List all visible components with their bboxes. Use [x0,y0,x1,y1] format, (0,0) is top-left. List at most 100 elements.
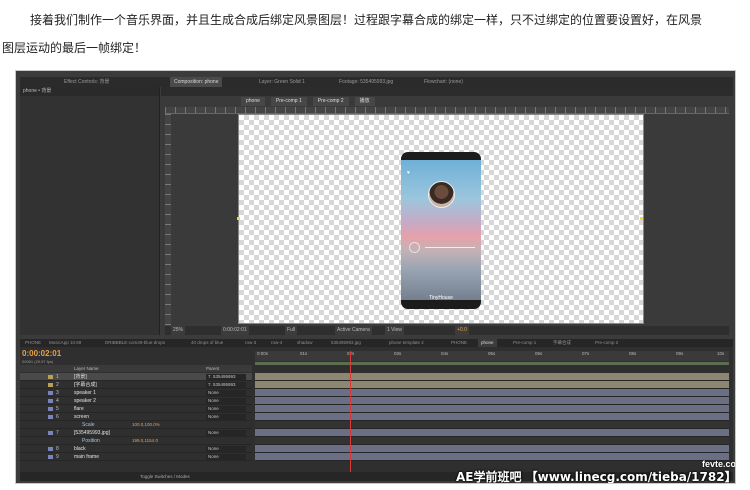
property-name: Scale [82,422,95,428]
layer-name[interactable]: speaker 2 [74,397,96,405]
playhead[interactable] [350,351,351,479]
phone-app-title: TinyHouse [429,295,453,301]
property-track[interactable] [255,421,729,429]
progress-line [425,247,475,248]
parent-select[interactable]: None [206,390,246,396]
resolution-select[interactable]: Full [285,326,298,335]
layer-bar[interactable] [255,445,729,453]
anchor-handle[interactable] [640,217,643,220]
comp-canvas[interactable]: ♥ TinyHouse [237,114,644,324]
tl-tab-phone[interactable]: phone [478,339,497,347]
exposure-value[interactable]: +0.0 [455,326,469,335]
effect-controls-panel: phone • 背景 [20,87,160,335]
layer-name[interactable]: black [74,445,86,453]
layer-name[interactable]: speaker 1 [74,389,96,397]
time-tick: 05s [488,351,496,356]
avatar [428,181,455,208]
timecode-display[interactable]: 0:00:02:01 [22,349,61,358]
parent-select[interactable]: 7. 535495993 [206,374,246,380]
parent-select[interactable]: None [206,454,246,460]
toggle-switches-modes[interactable]: Toggle Switches / Modes [140,472,190,481]
label-color [48,399,53,403]
tl-tab[interactable]: 40 drops of blue [188,339,226,347]
parent-select[interactable]: None [206,446,246,452]
parent-select[interactable]: None [206,414,246,420]
layer-number: 3 [56,390,59,396]
tl-tab[interactable]: Pre-comp 1 [510,339,539,347]
tl-tab[interactable]: 535495993.jpg [328,339,364,347]
layer-bar[interactable] [255,381,729,389]
play-icon [409,242,420,253]
tl-tab[interactable]: PHONE [22,339,44,347]
parent-select[interactable]: 7. 535495993 [206,382,246,388]
parent-select[interactable]: None [206,406,246,412]
layer-row[interactable]: 8 black None [20,445,252,453]
layer-bar[interactable] [255,413,729,421]
layer-bar[interactable] [255,373,729,381]
property-value[interactable]: 199.0,1154.0 [132,437,158,445]
tab-composition[interactable]: Composition: phone [170,77,223,87]
tab-footage[interactable]: Footage: 535495993.jpg [335,77,397,87]
zoom-select[interactable]: 25% [171,326,186,335]
timeline-panel: PHONE MusicApp 10.69 DRIBBBLE-com49-blue… [20,339,733,481]
camera-select[interactable]: Active Camera [335,326,372,335]
phone-mockup: ♥ TinyHouse [401,152,481,309]
layer-row[interactable]: 5 flare None [20,405,252,413]
tl-tab[interactable]: MusicApp 10.69 [46,339,84,347]
layer-bar[interactable] [255,429,729,437]
tl-tab[interactable]: phone template 2 [386,339,427,347]
layer-bar[interactable] [255,389,729,397]
property-name: Position [82,438,100,444]
tl-tab[interactable]: row-3 [242,339,259,347]
layer-row[interactable]: 6 screen None [20,413,252,421]
layer-bar[interactable] [255,397,729,405]
layer-name[interactable]: [535495993.jpg] [74,429,110,437]
layer-bar[interactable] [255,453,729,461]
tab-effect-controls[interactable]: Effect Controls: 背景 [60,77,113,87]
tab-flowchart[interactable]: Flowchart: (none) [420,77,467,87]
layer-row[interactable]: 2 [字幕合成] 7. 535495993 [20,381,252,389]
property-value[interactable]: 100.0,100.0% [132,421,160,429]
tl-tab[interactable]: row-4 [268,339,285,347]
tl-tab[interactable]: 字幕合成 [550,339,574,347]
parent-select[interactable]: None [206,398,246,404]
time-ruler[interactable]: 0:00s 01s 02s 03s 04s 05s 06s 07s 08s 09… [255,351,729,361]
time-tick: 08s [629,351,637,356]
layer-row[interactable]: 3 speaker 1 None [20,389,252,397]
property-row[interactable]: Position 199.0,1154.0 [20,437,252,445]
layer-name[interactable]: flare [74,405,84,413]
tl-tab[interactable]: DRIBBBLE-com49-blue-drops [102,339,168,347]
crumb-pre-comp-1[interactable]: Pre-comp 1 [270,97,307,106]
layer-name[interactable]: main frame [74,453,99,461]
time-tick: 07s [582,351,590,356]
view-select[interactable]: 1 View [385,326,404,335]
current-time[interactable]: 0:00:02:01 [221,326,249,335]
tl-tab[interactable]: PHONE [448,339,470,347]
layer-name[interactable]: [字幕合成] [74,381,97,389]
layer-list: 1 [背景] 7. 535495993 2 [字幕合成] 7. 53549599… [20,373,252,461]
crumb-phone[interactable]: phone [241,97,265,106]
layer-name[interactable]: [背景] [74,373,87,381]
time-tick: 09s [676,351,684,356]
tl-tab[interactable]: shadow [294,339,316,347]
parent-select[interactable]: None [206,430,246,436]
work-area-bar[interactable] [255,362,729,365]
watermark-text: AE学前班吧 【www.linecg.com/tieba/1782】 [456,470,736,484]
layer-row[interactable]: 7 [535495993.jpg] None [20,429,252,437]
layer-row[interactable]: 9 main frame None [20,453,252,461]
fps-display: 00061 (29.97 fps) [22,359,54,364]
tl-tab[interactable]: Pre-comp 2 [592,339,621,347]
parent-header: Parent [206,366,220,371]
layer-name[interactable]: screen [74,413,89,421]
composition-panel: phone Pre-comp 1 Pre-comp 2 播放 ♥ TinyHou… [161,87,733,335]
property-track[interactable] [255,437,729,445]
anchor-handle[interactable] [237,217,240,220]
tab-layer[interactable]: Layer: Green Solid 1 [255,77,309,87]
layer-bar[interactable] [255,405,729,413]
crumb-play[interactable]: 播放 [354,97,375,106]
crumb-pre-comp-2[interactable]: Pre-comp 2 [312,97,349,106]
article-line-1: 接着我们制作一个音乐界面，并且生成合成后绑定风景图层！过程跟字幕合成的绑定一样，… [30,13,703,27]
layer-row[interactable]: 4 speaker 2 None [20,397,252,405]
layer-row[interactable]: 1 [背景] 7. 535495993 [20,373,252,381]
property-row[interactable]: Scale 100.0,100.0% [20,421,252,429]
